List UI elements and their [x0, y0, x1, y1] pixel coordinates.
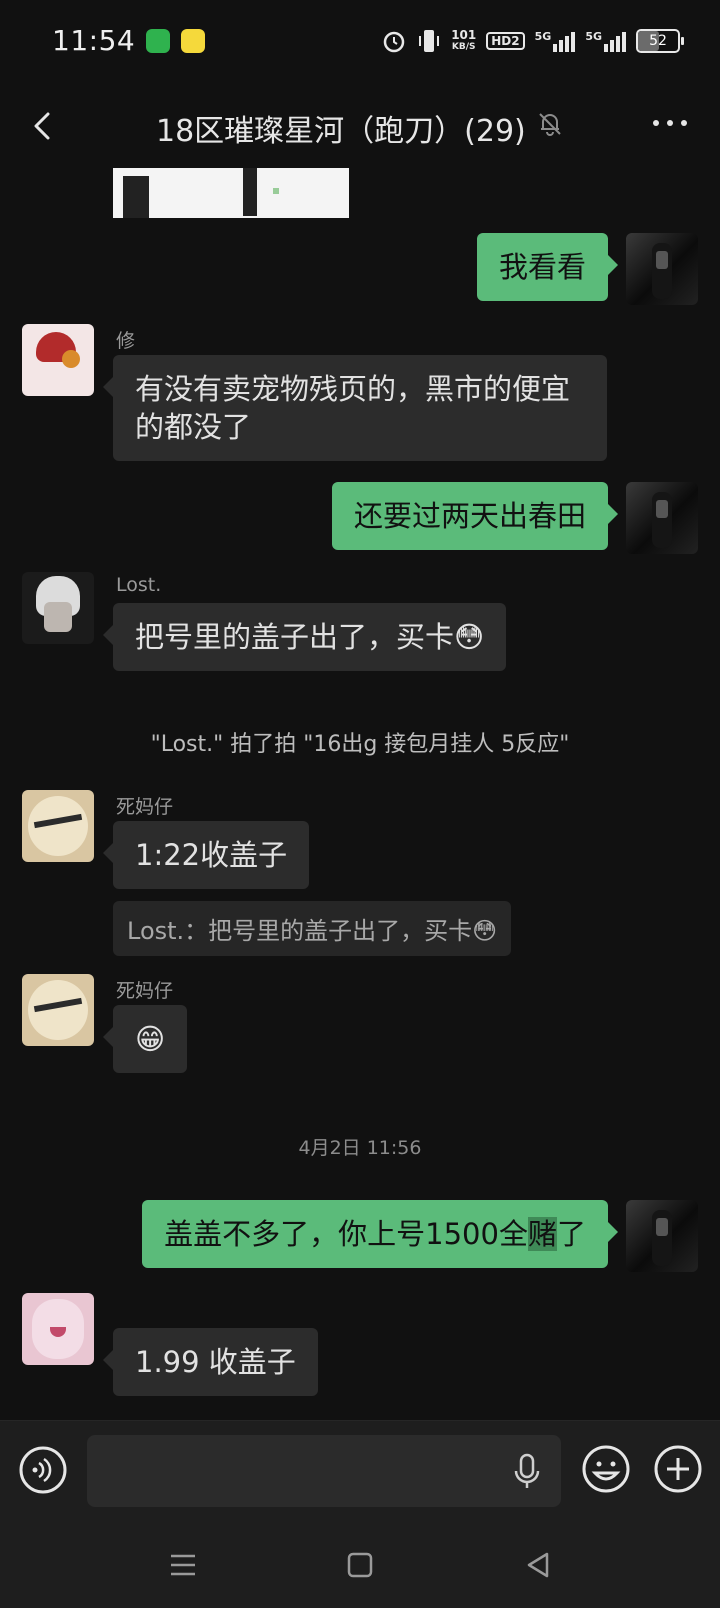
alarm-icon — [383, 31, 405, 53]
message-bubble-outgoing[interactable]: 我看看 — [476, 233, 619, 301]
highlighted-text: 赌 — [527, 1217, 557, 1251]
avatar[interactable] — [22, 790, 94, 862]
message-bubble-outgoing[interactable]: 盖盖不多了，你上号1500全赌了 — [142, 1200, 618, 1268]
image-message-partial[interactable] — [113, 168, 349, 218]
more-dots-icon[interactable] — [648, 108, 692, 138]
app-notification-icon — [181, 29, 205, 53]
timestamp-divider: 4月2日 11:56 — [298, 1137, 422, 1159]
message-text: 了 — [556, 1217, 586, 1251]
avatar[interactable] — [626, 1200, 698, 1272]
avatar[interactable] — [626, 482, 698, 554]
sender-name: Lost. — [116, 574, 162, 596]
sender-name: 死妈仔 — [116, 796, 174, 818]
plus-icon[interactable] — [652, 1443, 704, 1495]
message-bubble-incoming[interactable]: 把号里的盖子出了，买卡😳 — [102, 603, 507, 671]
microphone-icon[interactable] — [512, 1453, 542, 1491]
message-input[interactable] — [87, 1435, 561, 1507]
chat-message-list[interactable]: 我看看 修 有没有卖宠物残页的，黑市的便宜的都没了 还要过两天出春田 Lost.… — [0, 160, 720, 1420]
message-bubble-incoming[interactable]: 有没有卖宠物残页的，黑市的便宜的都没了 — [103, 355, 607, 461]
avatar[interactable] — [22, 974, 94, 1046]
emoji-icon[interactable] — [580, 1443, 632, 1495]
back-chevron-icon[interactable] — [24, 106, 64, 146]
message-bubble-outgoing[interactable]: 还要过两天出春田 — [331, 482, 619, 550]
sender-name: 死妈仔 — [116, 980, 174, 1002]
sender-name: 修 — [116, 330, 136, 352]
system-pat-message: "Lost." 拍了拍 "16出g 接包月挂人 5反应" — [150, 732, 570, 757]
status-bar: 11:54 101 KB/S HD2 5G 5G 52 — [0, 0, 720, 80]
message-bubble-incoming[interactable]: 1.99 收盖子 — [103, 1328, 318, 1396]
hd-voice-badge: HD2 — [486, 32, 525, 50]
system-nav-bar — [0, 1526, 720, 1608]
back-triangle-icon[interactable] — [521, 1548, 555, 1582]
menu-icon[interactable] — [166, 1548, 200, 1582]
vibrate-icon — [419, 30, 440, 52]
message-bubble-incoming[interactable]: 😁 — [102, 1005, 188, 1073]
status-time: 11:54 — [52, 24, 136, 57]
avatar[interactable] — [22, 324, 94, 396]
status-icons: 101 KB/S HD2 5G 5G 52 — [381, 26, 684, 56]
chat-title: 18区璀璨星河（跑刀）(29) — [156, 114, 526, 149]
message-bubble-incoming[interactable]: 1:22收盖子 — [102, 821, 310, 889]
voice-mode-icon[interactable] — [18, 1445, 68, 1495]
message-text: 盖盖不多了，你上号1500全 — [164, 1217, 528, 1251]
app-notification-icon — [146, 29, 170, 53]
bell-muted-icon — [539, 113, 561, 136]
signal-strength-icon: 5G — [535, 30, 576, 52]
battery-icon: 52 — [636, 29, 684, 53]
avatar[interactable] — [22, 1293, 94, 1365]
quoted-reply[interactable]: Lost.：把号里的盖子出了，买卡😳 — [113, 901, 512, 956]
signal-strength-icon: 5G — [585, 30, 626, 52]
home-square-icon[interactable] — [343, 1548, 377, 1582]
chat-header: 18区璀璨星河（跑刀）(29) — [0, 80, 720, 170]
net-speed: 101 KB/S — [451, 28, 477, 52]
avatar[interactable] — [626, 233, 698, 305]
avatar[interactable] — [22, 572, 94, 644]
input-bar — [0, 1420, 720, 1527]
